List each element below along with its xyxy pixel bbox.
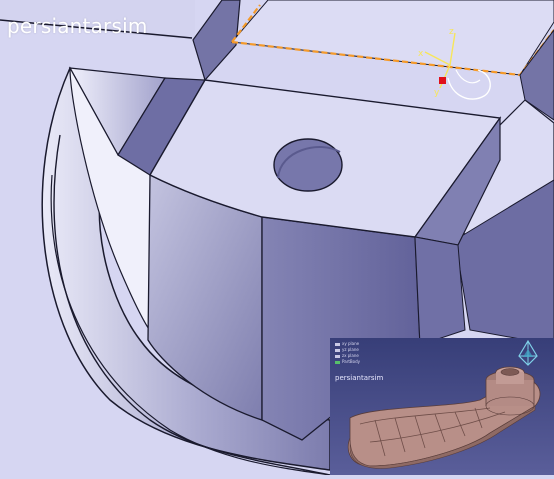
watermark-text: persiantarsim — [7, 14, 148, 38]
inset-preview: xy plane yz plane zx plane PartBody pers… — [330, 338, 554, 475]
axis-label-y: y — [434, 88, 440, 98]
axis-label-z: z — [449, 27, 454, 37]
manipulator-handle[interactable] — [439, 77, 446, 84]
hole-feature[interactable] — [273, 138, 343, 192]
axis-label-x: x — [418, 49, 424, 59]
part-thumbnail — [347, 366, 541, 469]
